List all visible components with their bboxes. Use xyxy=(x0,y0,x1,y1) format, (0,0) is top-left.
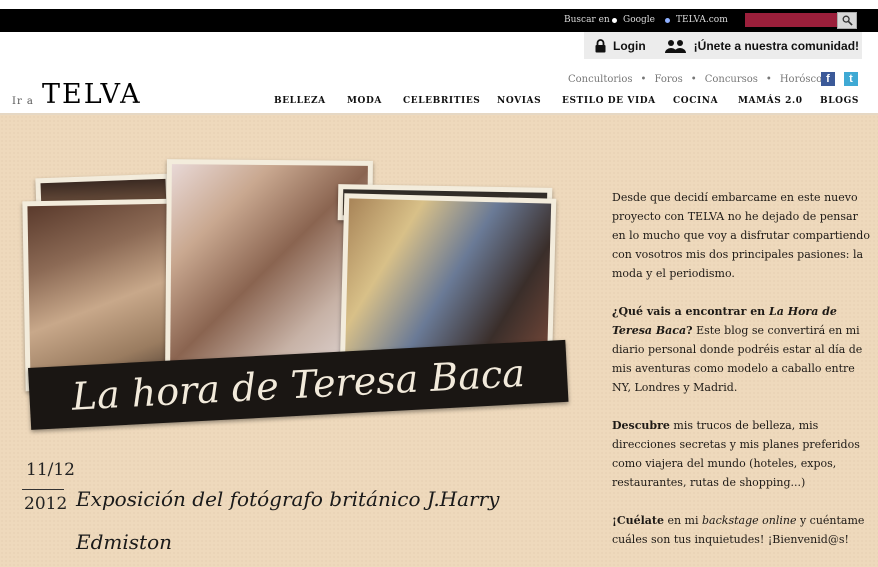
about-paragraph-1: Desde que decidí embarcame en este nuevo… xyxy=(612,191,870,280)
nav-cocina[interactable]: COCINA xyxy=(673,96,738,106)
go-to-label: Ir a xyxy=(12,96,34,107)
nav-belleza[interactable]: BELLEZA xyxy=(274,96,347,106)
about-p3-bold: Descubre xyxy=(612,419,670,432)
nav-mamas[interactable]: MAMÁS 2.0 xyxy=(738,96,820,106)
twitter-icon[interactable]: t xyxy=(844,72,858,86)
date-divider xyxy=(22,489,64,490)
separator-dot: • xyxy=(765,74,772,85)
blog-description: Desde que decidí embarcame en este nuevo… xyxy=(612,188,870,567)
lock-icon xyxy=(595,38,606,52)
telva-logo[interactable]: TELVA xyxy=(42,79,142,110)
login-label: Login xyxy=(613,38,646,53)
radio-selected-icon[interactable] xyxy=(665,17,670,23)
post-title[interactable]: Exposición del fotógrafo británico J.Har… xyxy=(76,478,546,564)
about-p2-bold: ¿Qué vais a encontrar en xyxy=(612,305,770,318)
post-date-year: 2012 xyxy=(24,494,68,514)
users-icon xyxy=(664,39,686,53)
secondary-nav-foros[interactable]: Foros xyxy=(654,74,682,85)
login-bar: Login ¡Únete a nuestra comunidad! xyxy=(584,32,862,59)
search-button[interactable] xyxy=(837,12,857,29)
facebook-icon[interactable]: f xyxy=(821,72,835,86)
join-community-link[interactable]: ¡Únete a nuestra comunidad! xyxy=(664,39,859,53)
separator-dot: • xyxy=(640,74,647,85)
post-date-day: 11/12 xyxy=(26,460,75,480)
nav-blogs[interactable]: BLOGS xyxy=(820,96,860,106)
secondary-nav-concursos[interactable]: Concursos xyxy=(705,74,758,85)
about-paragraph-4: ¡Cuélate en mi backstage online y cuénta… xyxy=(612,511,870,549)
nav-moda[interactable]: MODA xyxy=(347,96,403,106)
main-nav: BELLEZA MODA CELEBRITIES NOVIAS ESTILO D… xyxy=(274,96,860,106)
search-option-google-label: Google xyxy=(623,15,655,25)
login-link[interactable]: Login xyxy=(594,39,646,53)
magnifier-icon xyxy=(842,15,853,26)
nav-novias[interactable]: NOVIAS xyxy=(497,96,562,106)
search-option-telva-label: TELVA.com xyxy=(676,15,728,25)
top-bar: Buscar en Google TELVA.com xyxy=(0,9,878,32)
about-p4-bold: ¡Cuélate xyxy=(612,514,664,527)
search-option-telva[interactable]: TELVA.com xyxy=(665,15,728,25)
search-label: Buscar en xyxy=(564,15,610,25)
separator-dot: • xyxy=(690,74,697,85)
about-p4-italic: backstage online xyxy=(702,514,797,527)
nav-celebrities[interactable]: CELEBRITIES xyxy=(403,96,497,106)
about-paragraph-2: ¿Qué vais a encontrar en La Hora de Tere… xyxy=(612,302,870,397)
search-option-google[interactable]: Google xyxy=(612,15,655,25)
secondary-nav: Concultorios • Foros • Concursos • Horós… xyxy=(568,74,835,85)
about-paragraph-3: Descubre mis trucos de belleza, mis dire… xyxy=(612,416,870,492)
nav-estilo-de-vida[interactable]: ESTILO DE VIDA xyxy=(562,96,673,106)
post-date: 11/12 2012 xyxy=(18,458,75,524)
secondary-nav-consultorios[interactable]: Concultorios xyxy=(568,74,633,85)
about-p4-mid: en mi xyxy=(663,514,703,527)
join-community-label: ¡Únete a nuestra comunidad! xyxy=(693,38,860,53)
search-input[interactable] xyxy=(745,13,837,27)
radio-icon[interactable] xyxy=(612,17,617,23)
